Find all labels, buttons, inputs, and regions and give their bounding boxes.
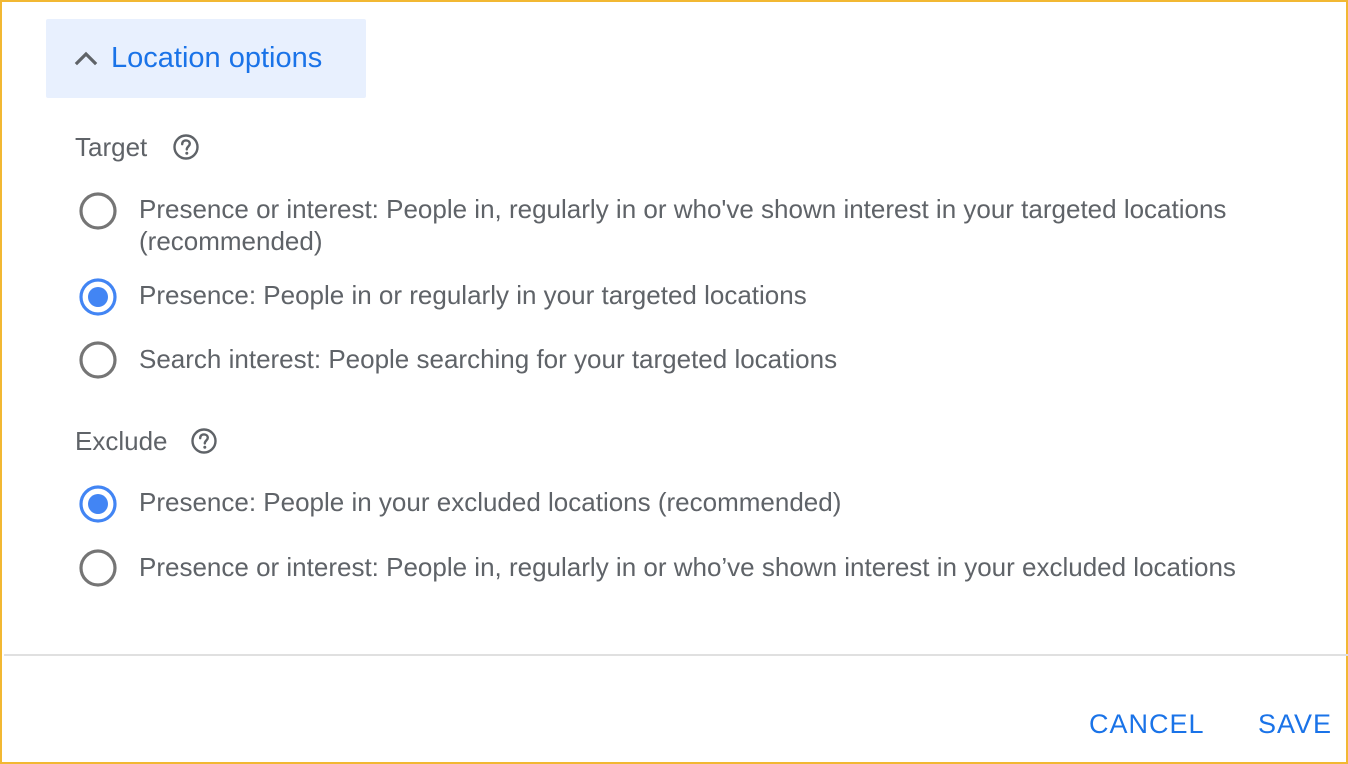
radio-label: Presence: People in your excluded locati… xyxy=(139,487,842,517)
radio-icon[interactable] xyxy=(78,548,118,588)
radio-label: Presence or interest: People in, regular… xyxy=(139,194,1227,256)
radio-label: Search interest: People searching for yo… xyxy=(139,344,838,374)
target-option-presence-or-interest[interactable]: Presence or interest: People in, regular… xyxy=(78,191,1258,257)
target-label: Target xyxy=(75,132,148,162)
radio-selected-icon[interactable] xyxy=(78,484,118,524)
target-option-presence[interactable]: Presence: People in or regularly in your… xyxy=(78,277,1258,317)
save-button[interactable]: SAVE xyxy=(1258,704,1332,744)
section-title[interactable]: Location options xyxy=(111,40,322,76)
radio-label: Presence or interest: People in, regular… xyxy=(139,552,1236,582)
exclude-option-presence-or-interest[interactable]: Presence or interest: People in, regular… xyxy=(78,548,1258,614)
chevron-up-icon[interactable] xyxy=(74,48,98,68)
exclude-label: Exclude xyxy=(75,426,168,456)
target-help-icon[interactable] xyxy=(172,133,200,161)
radio-icon[interactable] xyxy=(78,340,118,380)
radio-label: Presence: People in or regularly in your… xyxy=(139,280,807,310)
location-options-panel: Location options Target Presence or inte… xyxy=(0,0,1348,764)
target-option-search-interest[interactable]: Search interest: People searching for yo… xyxy=(78,340,1258,380)
divider xyxy=(4,654,1348,656)
exclude-help-icon[interactable] xyxy=(190,427,218,455)
radio-icon[interactable] xyxy=(78,191,118,231)
exclude-option-presence[interactable]: Presence: People in your excluded locati… xyxy=(78,484,1258,524)
cancel-button[interactable]: CANCEL xyxy=(1089,704,1205,744)
radio-selected-icon[interactable] xyxy=(78,277,118,317)
